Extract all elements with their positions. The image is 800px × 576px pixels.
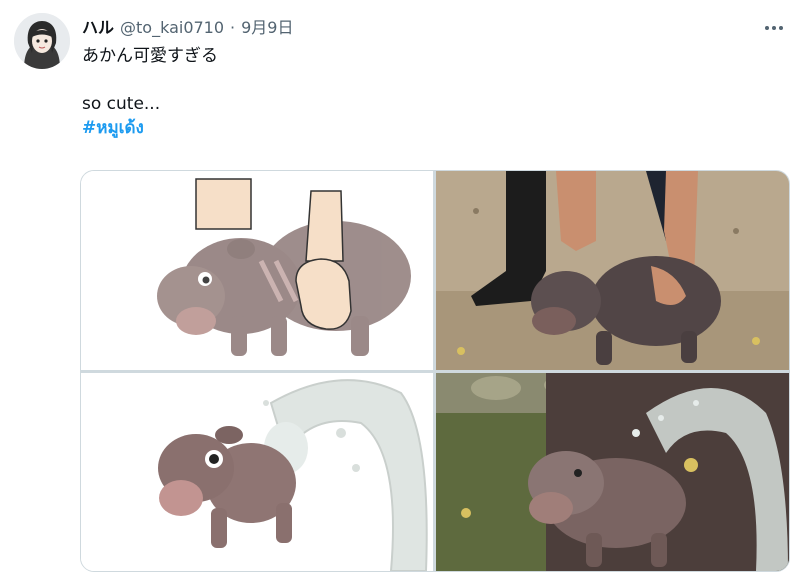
tweet-header: ハル @to_kai0710 · 9月9日 (82, 14, 294, 38)
photo-hippo-sprayed (436, 373, 789, 571)
tweet-text: あかん可愛すぎる so cute... #หมูเด้ง (82, 44, 772, 140)
avatar-image (14, 13, 70, 69)
tweet-text-line1: あかん可愛すぎる (82, 46, 218, 66)
more-horizontal-icon[interactable] (756, 16, 792, 40)
cartoon-hippo-splashed (81, 373, 433, 571)
media-image-2[interactable] (436, 171, 789, 370)
media-image-3[interactable] (81, 373, 433, 571)
media-image-1[interactable] (81, 171, 433, 370)
tweet-text-blank (82, 68, 772, 92)
hashtag-link[interactable]: #หมูเด้ง (82, 118, 144, 138)
media-grid (80, 170, 790, 572)
separator-dot: · (230, 18, 236, 37)
media-image-4[interactable] (436, 373, 789, 571)
avatar[interactable] (14, 13, 70, 69)
photo-hippo-held (436, 171, 789, 370)
user-handle[interactable]: @to_kai0710 (120, 18, 224, 37)
tweet-text-line2: so cute... (82, 94, 161, 114)
display-name[interactable]: ハル (82, 14, 114, 38)
cartoon-hippo-patted (81, 171, 433, 370)
tweet-date[interactable]: 9月9日 (241, 14, 293, 38)
